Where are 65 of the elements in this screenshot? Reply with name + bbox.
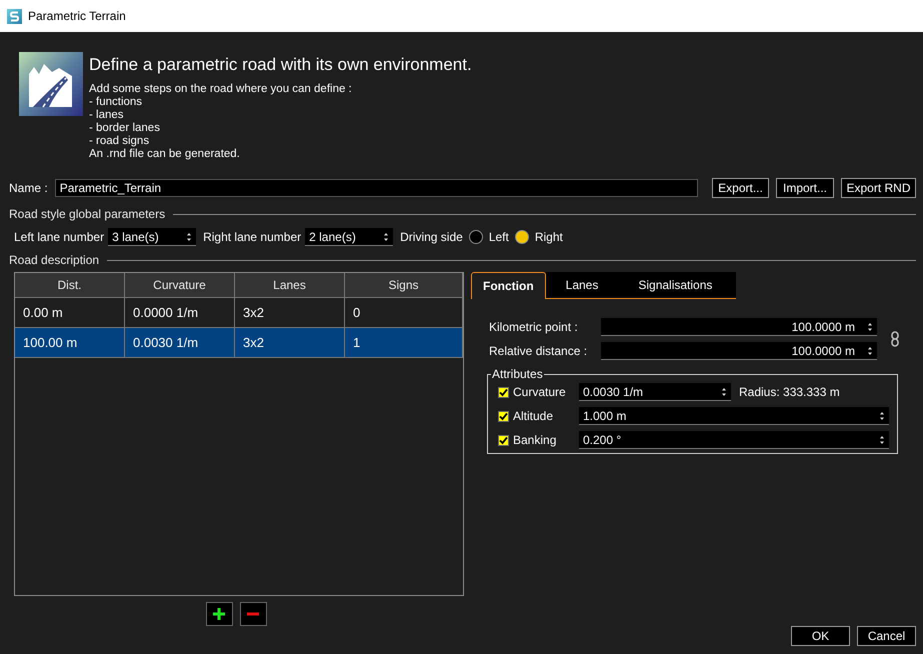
header-title: Define a parametric road with its own environment. xyxy=(89,54,472,76)
table-row[interactable]: 100.00 m 0.0030 1/m 3x2 1 xyxy=(15,328,463,358)
description-line: Add some steps on the road where you can define : xyxy=(89,83,353,96)
attribute-spinbox[interactable]: 1.000 m xyxy=(579,407,889,425)
distance-spinbox[interactable]: 100.0000 m xyxy=(601,342,877,360)
spin-arrows-icon[interactable] xyxy=(867,346,873,356)
section-title: Road style global parameters xyxy=(9,206,166,223)
attribute-label: Curvature xyxy=(513,384,567,401)
group-title: Attributes xyxy=(491,367,544,381)
radio-label: Left xyxy=(488,229,509,246)
right-lane-spinbox[interactable]: 2 lane(s) xyxy=(305,228,394,246)
tab[interactable]: Fonction xyxy=(471,272,546,299)
spin-arrows-icon[interactable] xyxy=(186,232,192,242)
table-row[interactable]: 0.00 m 0.0000 1/m 3x2 0 xyxy=(15,298,463,328)
checkmark-icon xyxy=(499,412,508,420)
right-lane-label: Right lane number xyxy=(203,229,302,246)
chain-link-icon[interactable] xyxy=(891,331,899,347)
radio-button[interactable] xyxy=(468,230,483,244)
window-title: Parametric Terrain xyxy=(28,8,126,25)
attribute-spinbox[interactable]: 0.200 ° xyxy=(579,431,889,449)
field-label: Kilometric point : xyxy=(489,319,579,336)
description-line: - functions xyxy=(89,96,144,109)
field-label: Relative distance : xyxy=(489,343,588,360)
distance-spinbox[interactable]: 100.0000 m xyxy=(601,318,877,336)
checkbox[interactable] xyxy=(498,410,509,422)
left-lane-label: Left lane number xyxy=(14,229,104,246)
checkbox[interactable] xyxy=(498,434,509,446)
table-cell: 0.0030 1/m xyxy=(125,328,235,358)
spin-arrows-icon[interactable] xyxy=(721,386,727,396)
add-button[interactable] xyxy=(206,602,232,626)
spin-arrows-icon[interactable] xyxy=(867,322,873,332)
description-line: - road signs xyxy=(89,135,150,148)
description-line: - border lanes xyxy=(89,122,161,135)
attribute-spinbox[interactable]: 0.0030 1/m xyxy=(579,383,731,401)
attribute-label: Banking xyxy=(513,432,558,449)
remove-button[interactable] xyxy=(240,602,266,626)
attribute-label: Altitude xyxy=(513,408,554,425)
app-logo-icon xyxy=(7,8,22,24)
driving-side-label: Driving side xyxy=(400,229,463,246)
dialog-button[interactable]: OK xyxy=(791,626,850,646)
spin-arrows-icon[interactable] xyxy=(383,232,390,242)
table-cell: 100.00 m xyxy=(15,328,125,358)
dialog-button[interactable]: Cancel xyxy=(857,626,916,646)
table-cell: 3x2 xyxy=(235,328,345,358)
checkmark-icon xyxy=(499,388,508,396)
name-label: Name : xyxy=(9,180,48,197)
left-lane-spinbox[interactable]: 3 lane(s) xyxy=(108,228,196,246)
minus-icon xyxy=(246,612,260,616)
checkbox[interactable] xyxy=(498,386,509,398)
dialog-button[interactable]: Export... xyxy=(712,178,769,198)
spin-arrows-icon[interactable] xyxy=(879,434,885,444)
plus-icon xyxy=(212,607,226,621)
table-cell: 1 xyxy=(345,328,463,358)
radius-text: Radius: 333.333 m xyxy=(739,384,840,401)
description-line: - lanes xyxy=(89,109,125,122)
dialog-button[interactable]: Import... xyxy=(776,178,834,198)
section-title: Road description xyxy=(9,252,100,269)
name-field[interactable]: Parametric_Terrain xyxy=(54,179,698,197)
dialog-button[interactable]: Export RND xyxy=(841,178,916,198)
spin-arrows-icon[interactable] xyxy=(879,410,885,420)
checkmark-icon xyxy=(499,436,508,444)
radio-label: Right xyxy=(534,229,563,246)
description-line: An .rnd file can be generated. xyxy=(89,148,241,161)
road-buildings-icon xyxy=(19,52,83,116)
radio-button[interactable] xyxy=(514,230,529,244)
